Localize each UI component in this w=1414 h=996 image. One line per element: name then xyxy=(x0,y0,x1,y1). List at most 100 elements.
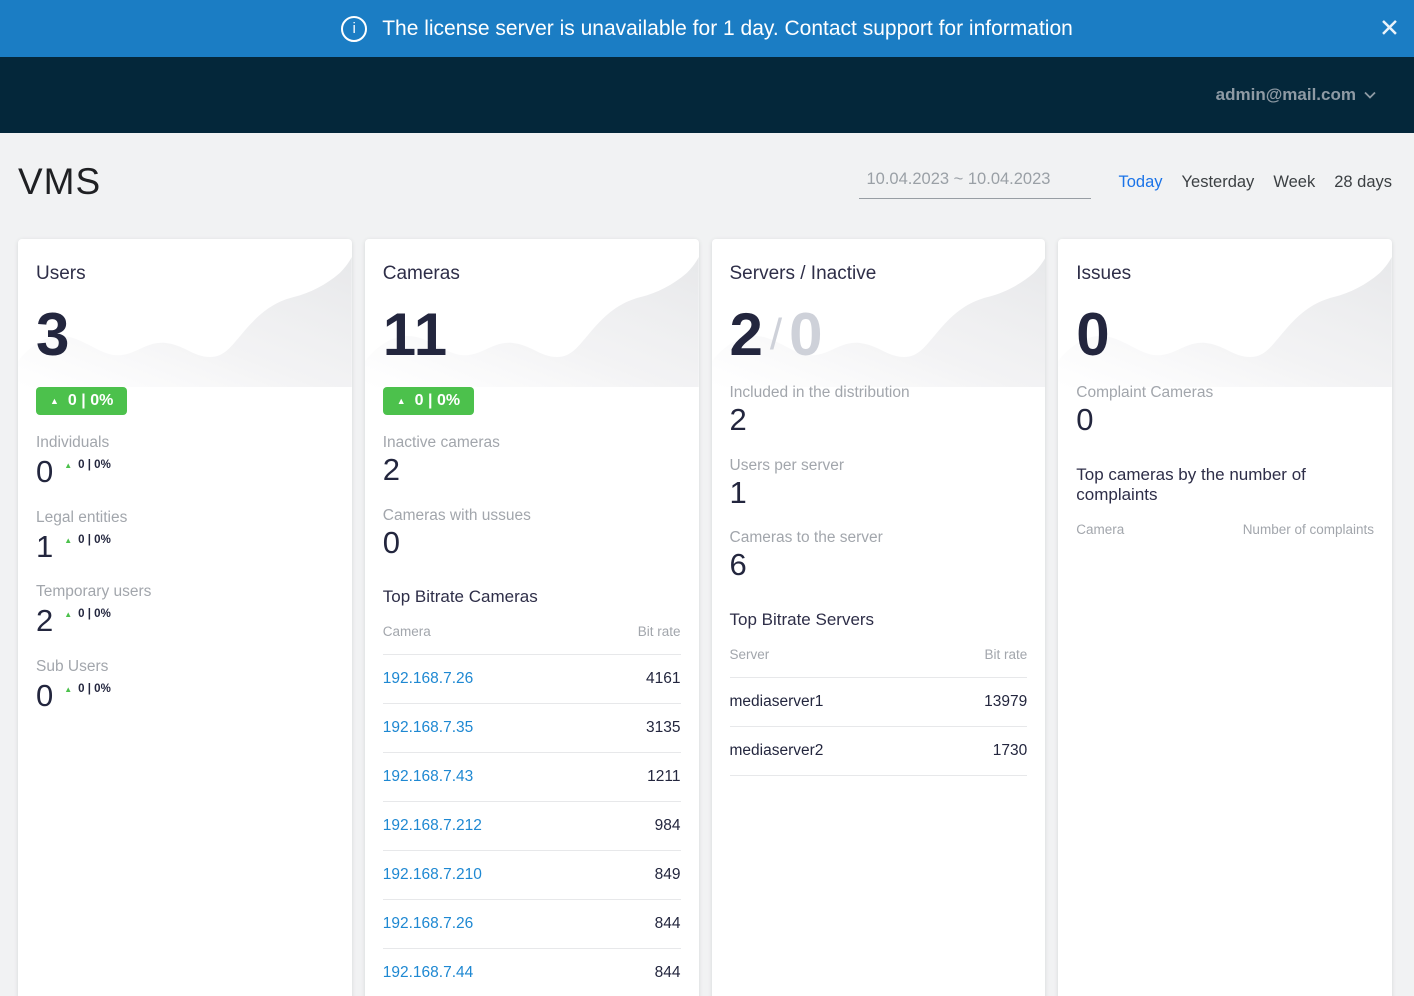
metric-item: Sub Users 0 ▲ 0 | 0% xyxy=(36,658,334,714)
camera-link[interactable]: 192.168.7.212 xyxy=(383,817,482,835)
issues-metric-list: Complaint Cameras 0 xyxy=(1076,384,1374,438)
range-tab[interactable]: Today xyxy=(1119,171,1163,194)
metric-item: Complaint Cameras 0 xyxy=(1076,384,1374,438)
close-icon[interactable]: ✕ xyxy=(1379,16,1400,41)
up-arrow-icon: ▲ xyxy=(64,685,72,694)
range-tab[interactable]: Week xyxy=(1273,171,1315,194)
column-header-camera: Camera xyxy=(1076,522,1124,537)
metric-label: Complaint Cameras xyxy=(1076,384,1374,402)
metric-label: Users per server xyxy=(730,457,1028,475)
bitrate-value: 849 xyxy=(655,866,681,884)
metric-value: 2 xyxy=(383,452,681,488)
bitrate-value: 13979 xyxy=(984,693,1027,711)
camera-link[interactable]: 192.168.7.35 xyxy=(383,719,474,737)
issues-card: Issues 0 Complaint Cameras 0 Top cameras… xyxy=(1058,239,1392,996)
server-name: mediaserver2 xyxy=(730,742,824,760)
metric-item: Cameras to the server 6 xyxy=(730,529,1028,583)
servers-inactive-count: 0 xyxy=(789,301,823,368)
dashboard-page: VMS 10.04.2023 ~ 10.04.2023 Today Yester… xyxy=(0,161,1414,996)
metric-trend: ▲ 0 | 0% xyxy=(64,683,111,714)
top-complaint-cameras-title: Top cameras by the number of complaints xyxy=(1076,465,1374,505)
metric-delta-text: 0 | 0% xyxy=(78,608,111,620)
account-email: admin@mail.com xyxy=(1216,85,1356,105)
metric-item: Temporary users 2 ▲ 0 | 0% xyxy=(36,583,334,639)
server-name: mediaserver1 xyxy=(730,693,824,711)
camera-link[interactable]: 192.168.7.26 xyxy=(383,670,474,688)
column-header-complaints: Number of complaints xyxy=(1243,522,1374,537)
metric-trend: ▲ 0 | 0% xyxy=(64,534,111,565)
metric-label: Individuals xyxy=(36,434,334,452)
table-row: 192.168.7.35 3135 xyxy=(383,704,681,753)
metric-delta-text: 0 | 0% xyxy=(78,534,111,546)
card-title: Servers / Inactive xyxy=(730,263,1028,285)
column-header-bitrate: Bit rate xyxy=(984,647,1027,662)
table-row: 192.168.7.43 1211 xyxy=(383,753,681,802)
metric-value: 6 xyxy=(730,547,1028,583)
column-header-camera: Camera xyxy=(383,624,431,639)
metric-label: Cameras with ussues xyxy=(383,507,681,525)
bitrate-value: 844 xyxy=(655,964,681,982)
up-arrow-icon: ▲ xyxy=(64,610,72,619)
info-icon: i xyxy=(341,16,367,42)
metric-value: 0 xyxy=(383,525,681,561)
bitrate-value: 3135 xyxy=(646,719,680,737)
metric-value: 0 xyxy=(1076,402,1374,438)
range-tab[interactable]: Yesterday xyxy=(1182,171,1255,194)
metric-label: Temporary users xyxy=(36,583,334,601)
page-title: VMS xyxy=(18,161,101,203)
issues-total: 0 xyxy=(1076,305,1374,365)
account-menu[interactable]: admin@mail.com xyxy=(1216,85,1376,105)
date-range-input[interactable]: 10.04.2023 ~ 10.04.2023 xyxy=(859,166,1091,199)
users-trend-badge: ▲ 0 | 0% xyxy=(36,387,127,415)
camera-link[interactable]: 192.168.7.26 xyxy=(383,915,474,933)
metric-delta-text: 0 | 0% xyxy=(78,459,111,471)
camera-link[interactable]: 192.168.7.210 xyxy=(383,866,482,884)
app-header: admin@mail.com xyxy=(0,57,1414,133)
bitrate-value: 844 xyxy=(655,915,681,933)
badge-text: 0 | 0% xyxy=(415,392,460,410)
cameras-metric-list: Inactive cameras 2 Cameras with ussues 0 xyxy=(383,434,681,560)
top-bitrate-cameras-title: Top Bitrate Cameras xyxy=(383,587,681,607)
cameras-bitrate-table: 192.168.7.26 4161 192.168.7.35 3135 192.… xyxy=(383,655,681,996)
badge-text: 0 | 0% xyxy=(68,392,113,410)
table-row: 192.168.7.210 849 xyxy=(383,851,681,900)
camera-link[interactable]: 192.168.7.43 xyxy=(383,768,474,786)
metric-item: Inactive cameras 2 xyxy=(383,434,681,488)
cameras-card: Cameras 11 ▲ 0 | 0% Inactive cameras 2 C… xyxy=(365,239,699,996)
metric-trend: ▲ 0 | 0% xyxy=(64,608,111,639)
camera-link[interactable]: 192.168.7.44 xyxy=(383,964,474,982)
slash-separator: / xyxy=(764,310,789,359)
card-title: Users xyxy=(36,263,334,285)
metric-value: 2 xyxy=(730,402,1028,438)
metric-label: Sub Users xyxy=(36,658,334,676)
metric-item: Cameras with ussues 0 xyxy=(383,507,681,561)
bitrate-value: 984 xyxy=(655,817,681,835)
users-metric-list: Individuals 0 ▲ 0 | 0% Legal entities 1 … xyxy=(36,434,334,714)
cameras-trend-badge: ▲ 0 | 0% xyxy=(383,387,474,415)
servers-bitrate-table: mediaserver1 13979 mediaserver2 1730 xyxy=(730,678,1028,776)
range-tab[interactable]: 28 days xyxy=(1334,171,1392,194)
metric-item: Included in the distribution 2 xyxy=(730,384,1028,438)
column-header-server: Server xyxy=(730,647,770,662)
users-total: 3 xyxy=(36,305,334,365)
metric-label: Included in the distribution xyxy=(730,384,1028,402)
metric-value: 1 xyxy=(730,475,1028,511)
metric-value: 2 xyxy=(36,603,53,639)
license-banner: i The license server is unavailable for … xyxy=(0,0,1414,57)
table-row: 192.168.7.26 4161 xyxy=(383,655,681,704)
servers-active-count: 2 xyxy=(730,301,764,368)
top-bitrate-servers-title: Top Bitrate Servers xyxy=(730,610,1028,630)
bitrate-value: 1730 xyxy=(993,742,1027,760)
users-card: Users 3 ▲ 0 | 0% Individuals 0 ▲ 0 | 0% … xyxy=(18,239,352,996)
servers-card: Servers / Inactive 2/0 Included in the d… xyxy=(712,239,1046,996)
metric-value: 0 xyxy=(36,454,53,490)
metric-label: Legal entities xyxy=(36,509,334,527)
up-arrow-icon: ▲ xyxy=(64,536,72,545)
metric-item: Legal entities 1 ▲ 0 | 0% xyxy=(36,509,334,565)
bitrate-value: 4161 xyxy=(646,670,680,688)
up-arrow-icon: ▲ xyxy=(50,397,59,406)
servers-total: 2/0 xyxy=(730,305,1028,365)
servers-metric-list: Included in the distribution 2 Users per… xyxy=(730,384,1028,583)
up-arrow-icon: ▲ xyxy=(64,461,72,470)
card-title: Issues xyxy=(1076,263,1374,285)
